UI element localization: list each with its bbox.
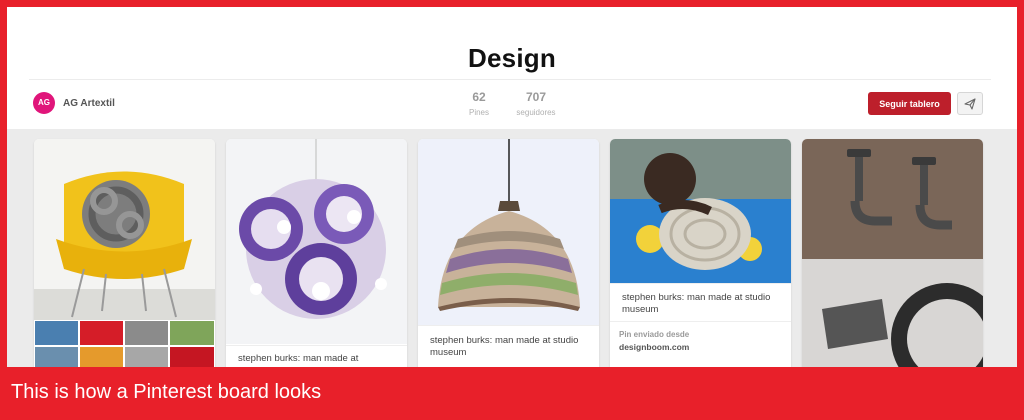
paper-plane-icon (964, 97, 976, 110)
pinterest-board-page: Design AG AG Artextil 62 Pines 707 segui… (7, 7, 1017, 367)
pin-image-pipe-hooks[interactable] (802, 139, 983, 367)
followers-label: seguidores (516, 108, 556, 117)
follow-board-button[interactable]: Seguir tablero (868, 92, 951, 115)
pin-image-knot-chair[interactable] (34, 139, 215, 320)
pin-card[interactable] (34, 139, 215, 367)
pin-caption: stephen burks: man made at studio museum (622, 292, 771, 315)
pin-image-basket-weaving[interactable] (610, 139, 791, 283)
send-board-button[interactable] (957, 92, 983, 115)
owner-name-link[interactable]: AG Artextil (63, 98, 115, 109)
followers-count-stat[interactable]: 707 seguidores (513, 90, 559, 117)
pin-grid: stephen burks: man made at stephen burks… (7, 129, 1017, 367)
pin-source-domain[interactable]: designboom.com (619, 342, 689, 352)
board-header: AG AG Artextil 62 Pines 707 seguidores S… (7, 80, 1017, 132)
pin-card[interactable] (802, 139, 983, 367)
banner-caption: This is how a Pinterest board looks (11, 381, 322, 403)
pin-image-woven-lamp[interactable] (226, 139, 407, 344)
avatar[interactable]: AG (33, 92, 55, 114)
pin-divider (610, 321, 791, 322)
pins-count: 62 (472, 90, 486, 104)
pin-caption: stephen burks: man made at studio museum (430, 335, 579, 358)
pin-card[interactable]: stephen burks: man made at (226, 139, 407, 367)
pin-divider (226, 345, 407, 346)
pin-source-label: Pin enviado desde (619, 330, 690, 339)
followers-count: 707 (525, 90, 547, 104)
pin-caption: stephen burks: man made at (238, 353, 359, 364)
pin-card[interactable]: stephen burks: man made at studio museum (418, 139, 599, 367)
pin-image-basket-pendant[interactable] (418, 139, 599, 325)
pin-image-knot-grid (34, 320, 215, 367)
pins-label: Pines (468, 108, 489, 117)
board-title: Design (468, 43, 556, 73)
pin-card[interactable]: stephen burks: man made at studio museum… (610, 139, 791, 367)
pin-divider (610, 283, 791, 284)
pins-count-stat[interactable]: 62 Pines (465, 90, 493, 117)
pin-divider (418, 325, 599, 326)
